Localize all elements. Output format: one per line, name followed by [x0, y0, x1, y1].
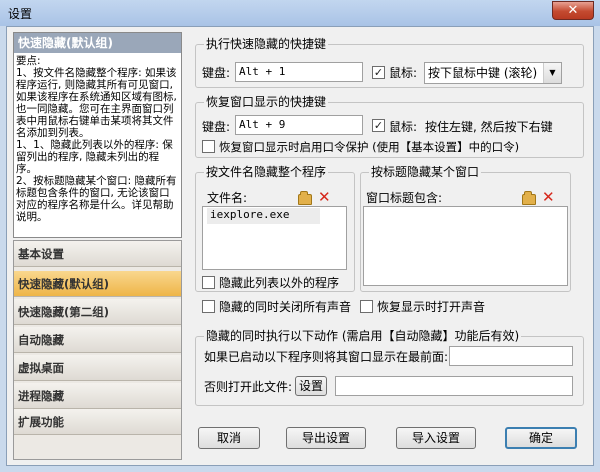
folder-icon[interactable]: [522, 191, 536, 205]
password-protect-label: 恢复窗口显示时启用口令保护 (使用【基本设置】中的口令): [219, 140, 520, 154]
hide-hotkey-group-title: 执行快速隐藏的快捷键: [204, 37, 329, 51]
bring-front-label: 如果已启动以下程序则将其窗口显示在最前面:: [204, 350, 449, 364]
close-button[interactable]: ✕: [552, 1, 594, 20]
file-list-header: 文件名:: [207, 191, 248, 205]
title-list-header: 窗口标题包含:: [366, 191, 443, 205]
export-settings-button[interactable]: 导出设置: [286, 427, 366, 449]
hide-others-label: 隐藏此列表以外的程序: [219, 276, 340, 290]
restore-hotkey-group-title: 恢复窗口显示的快捷键: [204, 95, 329, 109]
hide-mouse-label: 鼠标:: [389, 66, 418, 80]
open-file-label: 否则打开此文件:: [204, 380, 293, 394]
restore-keyboard-label: 键盘:: [202, 120, 231, 134]
nav-item-virtual-desktop[interactable]: 虚拟桌面: [14, 355, 181, 381]
hide-others-checkbox[interactable]: [202, 276, 215, 289]
nav-item-extensions[interactable]: 扩展功能: [14, 409, 181, 435]
mute-label: 隐藏的同时关闭所有声音: [219, 300, 352, 314]
restore-mouse-label: 鼠标:: [389, 120, 418, 134]
delete-icon[interactable]: ✕: [542, 190, 555, 205]
title-bar: [0, 0, 600, 26]
bring-front-input[interactable]: [449, 346, 573, 366]
hide-mouse-checkbox[interactable]: ✓: [372, 66, 385, 79]
mute-checkbox[interactable]: [202, 300, 215, 313]
restore-mouse-text: 按住左键, 然后按下右键: [425, 120, 553, 134]
import-settings-button[interactable]: 导入设置: [396, 427, 476, 449]
list-item[interactable]: iexplore.exe: [207, 208, 320, 224]
password-protect-checkbox[interactable]: [202, 140, 215, 153]
help-text: 要点: 1、按文件名隐藏整个程序: 如果该程序运行, 则隐藏其所有可见窗口, 如…: [16, 55, 177, 223]
window-title: 设置: [8, 7, 33, 21]
cancel-button[interactable]: 取消: [198, 427, 260, 449]
hide-by-title-group-title: 按标题隐藏某个窗口: [369, 165, 482, 179]
nav-item-process-hide[interactable]: 进程隐藏: [14, 383, 181, 409]
actions-group-title: 隐藏的同时执行以下动作 (需启用【自动隐藏】功能后有效): [204, 329, 522, 343]
hide-hotkey-input[interactable]: Alt + 1: [235, 62, 363, 82]
nav-item-quick-hide-second[interactable]: 快速隐藏(第二组): [14, 299, 181, 325]
open-file-settings-button[interactable]: 设置: [295, 376, 327, 396]
folder-icon[interactable]: [298, 191, 312, 205]
nav-item-auto-hide[interactable]: 自动隐藏: [14, 327, 181, 353]
delete-icon[interactable]: ✕: [318, 190, 331, 205]
help-header: 快速隐藏(默认组): [14, 33, 181, 53]
hide-mouse-select[interactable]: 按下鼠标中键 (滚轮) ▼: [424, 62, 562, 84]
restore-mouse-checkbox[interactable]: ✓: [372, 119, 385, 132]
hide-mouse-select-value: 按下鼠标中键 (滚轮): [428, 66, 538, 80]
restore-hotkey-input[interactable]: Alt + 9: [235, 115, 363, 135]
chevron-down-icon[interactable]: ▼: [543, 63, 561, 83]
nav-item-basic[interactable]: 基本设置: [14, 241, 181, 267]
nav-item-quick-hide-default[interactable]: 快速隐藏(默认组): [14, 271, 181, 297]
hide-by-file-group-title: 按文件名隐藏整个程序: [204, 165, 329, 179]
hide-keyboard-label: 键盘:: [202, 66, 231, 80]
title-list[interactable]: [363, 206, 568, 286]
ok-button[interactable]: 确定: [505, 427, 577, 449]
sound-on-restore-label: 恢复显示时打开声音: [377, 300, 486, 314]
sound-on-restore-checkbox[interactable]: [360, 300, 373, 313]
open-file-input[interactable]: [335, 376, 573, 396]
